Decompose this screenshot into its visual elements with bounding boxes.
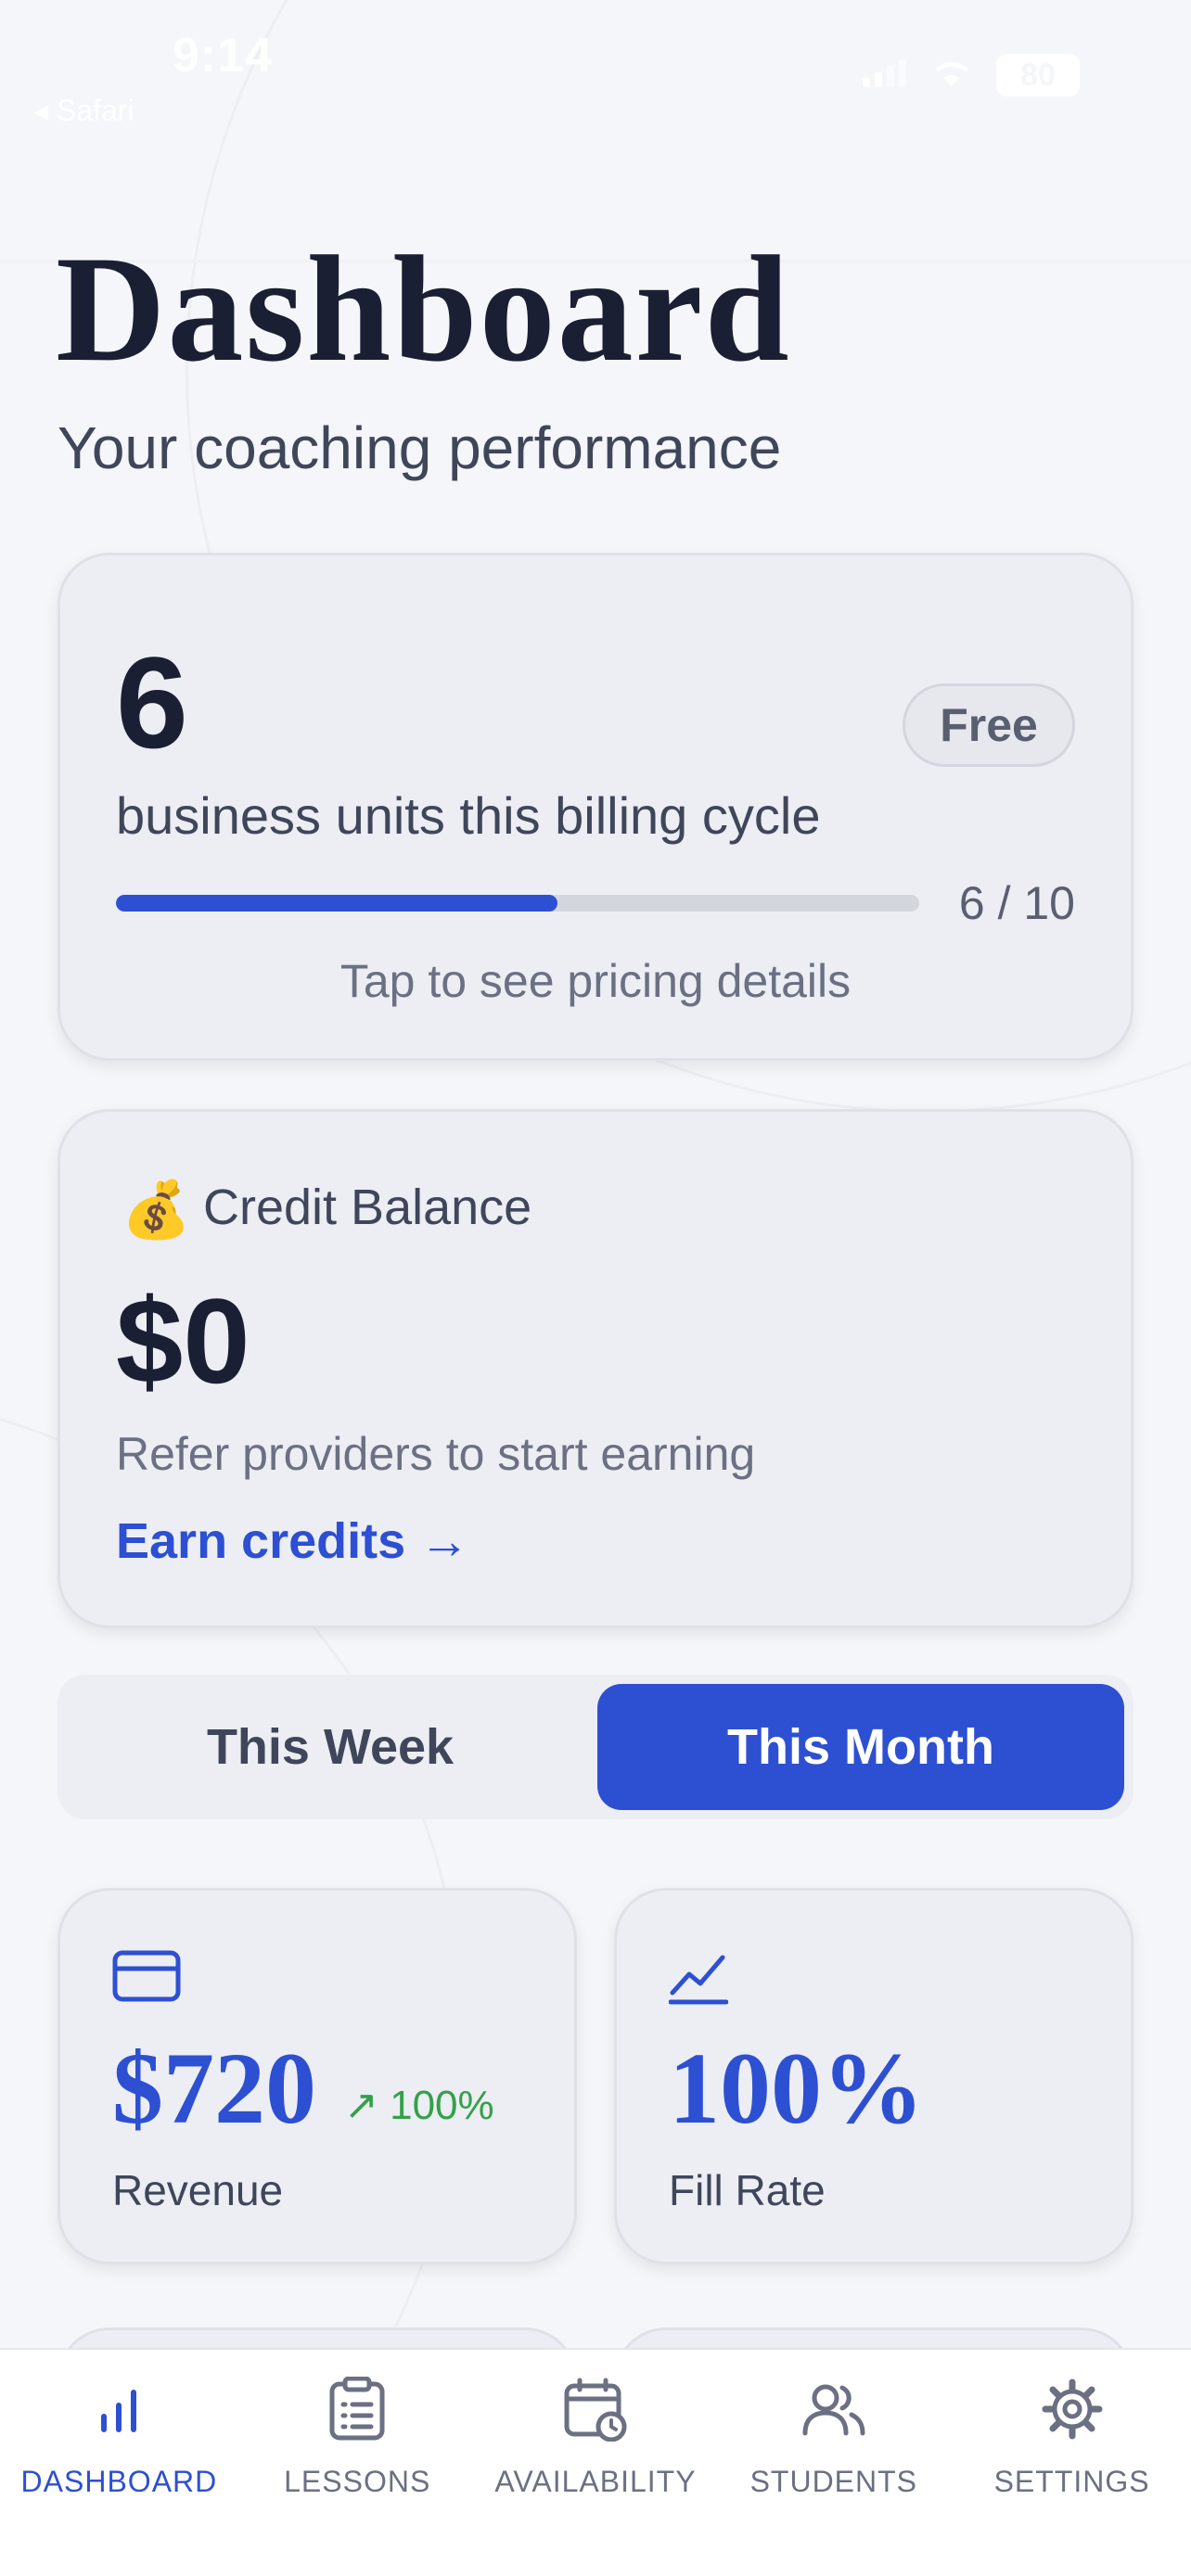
clipboard-list-icon xyxy=(320,2372,394,2446)
usage-progress-text: 6 / 10 xyxy=(958,877,1075,929)
credit-balance-amount: $0 xyxy=(116,1273,250,1409)
usage-label: business units this billing cycle xyxy=(116,786,821,845)
tab-label: SETTINGS xyxy=(993,2465,1150,2498)
page-subtitle: Your coaching performance xyxy=(58,414,782,481)
wifi-icon xyxy=(931,58,972,93)
tab-label: DASHBOARD xyxy=(20,2465,218,2498)
credit-balance-card: 💰 Credit Balance $0 Refer providers to s… xyxy=(58,1109,1133,1628)
tab-availability[interactable]: AVAILABILITY xyxy=(477,2350,715,2526)
status-time: 9:14 xyxy=(173,29,274,83)
tab-dashboard[interactable]: DASHBOARD xyxy=(0,2350,238,2526)
tab-label: LESSONS xyxy=(284,2465,431,2498)
usage-count: 6 xyxy=(116,630,188,775)
status-icons: 80 xyxy=(863,54,1080,96)
calendar-clock-icon xyxy=(558,2372,633,2446)
signal-icon xyxy=(863,58,907,92)
fill-rate-value: 100% xyxy=(669,2032,924,2145)
tab-label: STUDENTS xyxy=(749,2465,918,2498)
credit-balance-title: Credit Balance xyxy=(203,1180,532,1235)
tab-bar: DASHBOARD LESSONS AVAILABILITY STUDENTS … xyxy=(0,2348,1191,2576)
tab-settings[interactable]: SETTINGS xyxy=(953,2350,1191,2526)
users-icon xyxy=(797,2372,871,2446)
period-toggle: This Week This Month xyxy=(58,1675,1133,1819)
usage-card[interactable]: 6 Free business units this billing cycle… xyxy=(58,553,1133,1061)
trend-chart-icon xyxy=(668,1950,729,2010)
bar-chart-icon xyxy=(82,2372,156,2446)
usage-progress-fill xyxy=(116,895,558,912)
this-week-button[interactable]: This Week xyxy=(67,1684,594,1810)
credit-card-icon xyxy=(112,1950,181,2007)
page-title: Dashboard xyxy=(56,225,791,393)
revenue-card[interactable]: $720 ↗ 100% Revenue xyxy=(58,1888,577,2264)
usage-progress-bar xyxy=(116,895,919,912)
revenue-label: Revenue xyxy=(112,2166,284,2214)
pricing-details-link[interactable]: Tap to see pricing details xyxy=(60,954,1131,1008)
battery-indicator: 80 xyxy=(996,54,1080,96)
status-bar: 9:14 ◂ Safari 80 xyxy=(0,0,1191,148)
back-to-safari-link[interactable]: ◂ Safari xyxy=(33,93,134,128)
tab-students[interactable]: STUDENTS xyxy=(714,2350,953,2526)
fill-rate-label: Fill Rate xyxy=(669,2166,826,2214)
this-month-button[interactable]: This Month xyxy=(597,1684,1124,1810)
revenue-value: $720 xyxy=(112,2032,316,2145)
dashboard-screen: 9:14 ◂ Safari 80 Dashboard Your coaching… xyxy=(0,0,1191,2576)
earn-credits-link[interactable]: Earn credits → xyxy=(116,1512,469,1570)
gear-icon xyxy=(1035,2372,1109,2446)
credit-description: Refer providers to start earning xyxy=(116,1428,756,1480)
revenue-change: ↗ 100% xyxy=(344,2083,494,2128)
fill-rate-card[interactable]: 100% Fill Rate xyxy=(614,1888,1133,2264)
tab-lessons[interactable]: LESSONS xyxy=(238,2350,477,2526)
tab-label: AVAILABILITY xyxy=(494,2465,697,2498)
plan-badge: Free xyxy=(903,683,1075,767)
money-bag-icon: 💰 xyxy=(122,1179,191,1241)
